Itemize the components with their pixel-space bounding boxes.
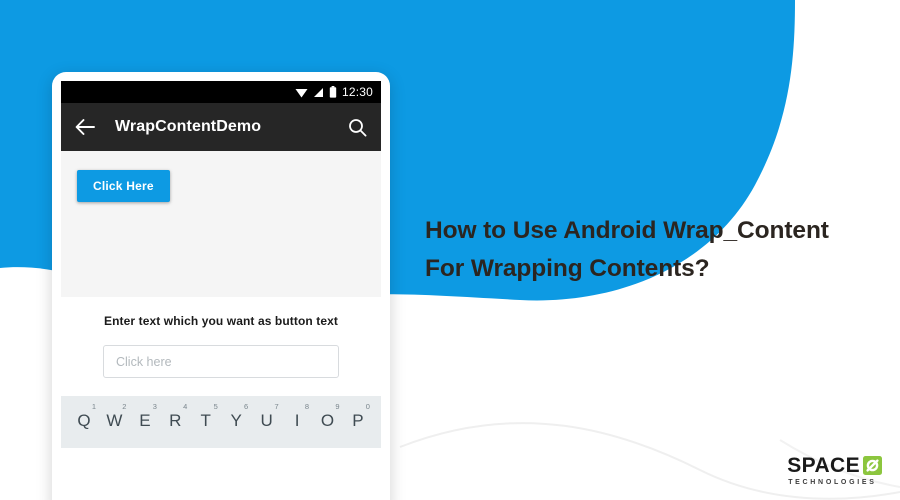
key-number: 8 (304, 402, 310, 411)
status-bar: 12:30 (61, 81, 381, 103)
key-number: 6 (244, 402, 249, 411)
toolbar-title: WrapContentDemo (115, 118, 262, 135)
key-letter: O (320, 411, 335, 430)
slide-canvas: 12:30 WrapContentDemo Click Here Enter t… (0, 0, 900, 500)
app-toolbar: WrapContentDemo (61, 103, 381, 151)
search-icon[interactable] (348, 118, 367, 137)
keyboard-row-top: 1 Q 2 W 3 E 4 R 5 T 6 Y 7 U 8 I 9 O 0 P (61, 402, 381, 431)
phone-screen: 12:30 WrapContentDemo Click Here Enter t… (61, 81, 381, 500)
key-e[interactable]: 3 E (132, 402, 158, 431)
brand-logo: SPACE TECHNOLOGIES (787, 455, 882, 486)
key-number: 7 (274, 402, 279, 411)
key-letter: I (294, 411, 300, 430)
key-letter: T (200, 411, 211, 430)
key-number: 0 (365, 402, 370, 411)
key-letter: U (260, 411, 273, 430)
key-u[interactable]: 7 U (254, 402, 280, 431)
input-region: Enter text which you want as button text (61, 297, 381, 378)
key-number: 3 (152, 402, 157, 411)
key-t[interactable]: 5 T (193, 402, 219, 431)
key-q[interactable]: 1 Q (71, 402, 97, 431)
logo-wordmark-row: SPACE (787, 455, 882, 476)
back-arrow-icon[interactable] (75, 118, 95, 136)
key-number: 9 (335, 402, 340, 411)
logo-word: SPACE (787, 454, 860, 477)
key-number: 1 (91, 402, 96, 411)
click-here-button[interactable]: Click Here (77, 170, 170, 202)
button-text-input[interactable] (103, 345, 339, 378)
key-r[interactable]: 4 R (162, 402, 188, 431)
key-o[interactable]: 9 O (315, 402, 341, 431)
key-number: 5 (213, 402, 218, 411)
key-number: 2 (122, 402, 127, 411)
slashed-o-icon (863, 456, 882, 475)
content-panel: Click Here (61, 151, 381, 297)
key-w[interactable]: 2 W (101, 402, 127, 431)
wifi-icon (295, 88, 308, 97)
key-y[interactable]: 6 Y (223, 402, 249, 431)
virtual-keyboard: 1 Q 2 W 3 E 4 R 5 T 6 Y 7 U 8 I 9 O 0 P (61, 396, 381, 448)
page-title: How to Use Android Wrap_Content For Wrap… (425, 212, 875, 288)
headline-line-1: How to Use Android Wrap_Content (425, 217, 829, 244)
key-i[interactable]: 8 I (284, 402, 310, 431)
key-letter: R (169, 411, 182, 430)
logo-subtitle: TECHNOLOGIES (788, 479, 877, 486)
phone-mockup: 12:30 WrapContentDemo Click Here Enter t… (52, 72, 390, 500)
input-field-label: Enter text which you want as button text (103, 314, 339, 328)
key-letter: Q (77, 411, 91, 430)
key-p[interactable]: 0 P (345, 402, 371, 431)
battery-icon (329, 86, 337, 98)
key-number: 4 (183, 402, 188, 411)
key-letter: W (106, 411, 123, 430)
key-letter: P (352, 411, 364, 430)
status-bar-time: 12:30 (341, 85, 373, 99)
key-letter: Y (230, 411, 242, 430)
headline-line-2: For Wrapping Contents? (425, 255, 710, 282)
signal-icon (313, 87, 323, 97)
key-letter: E (139, 411, 151, 430)
